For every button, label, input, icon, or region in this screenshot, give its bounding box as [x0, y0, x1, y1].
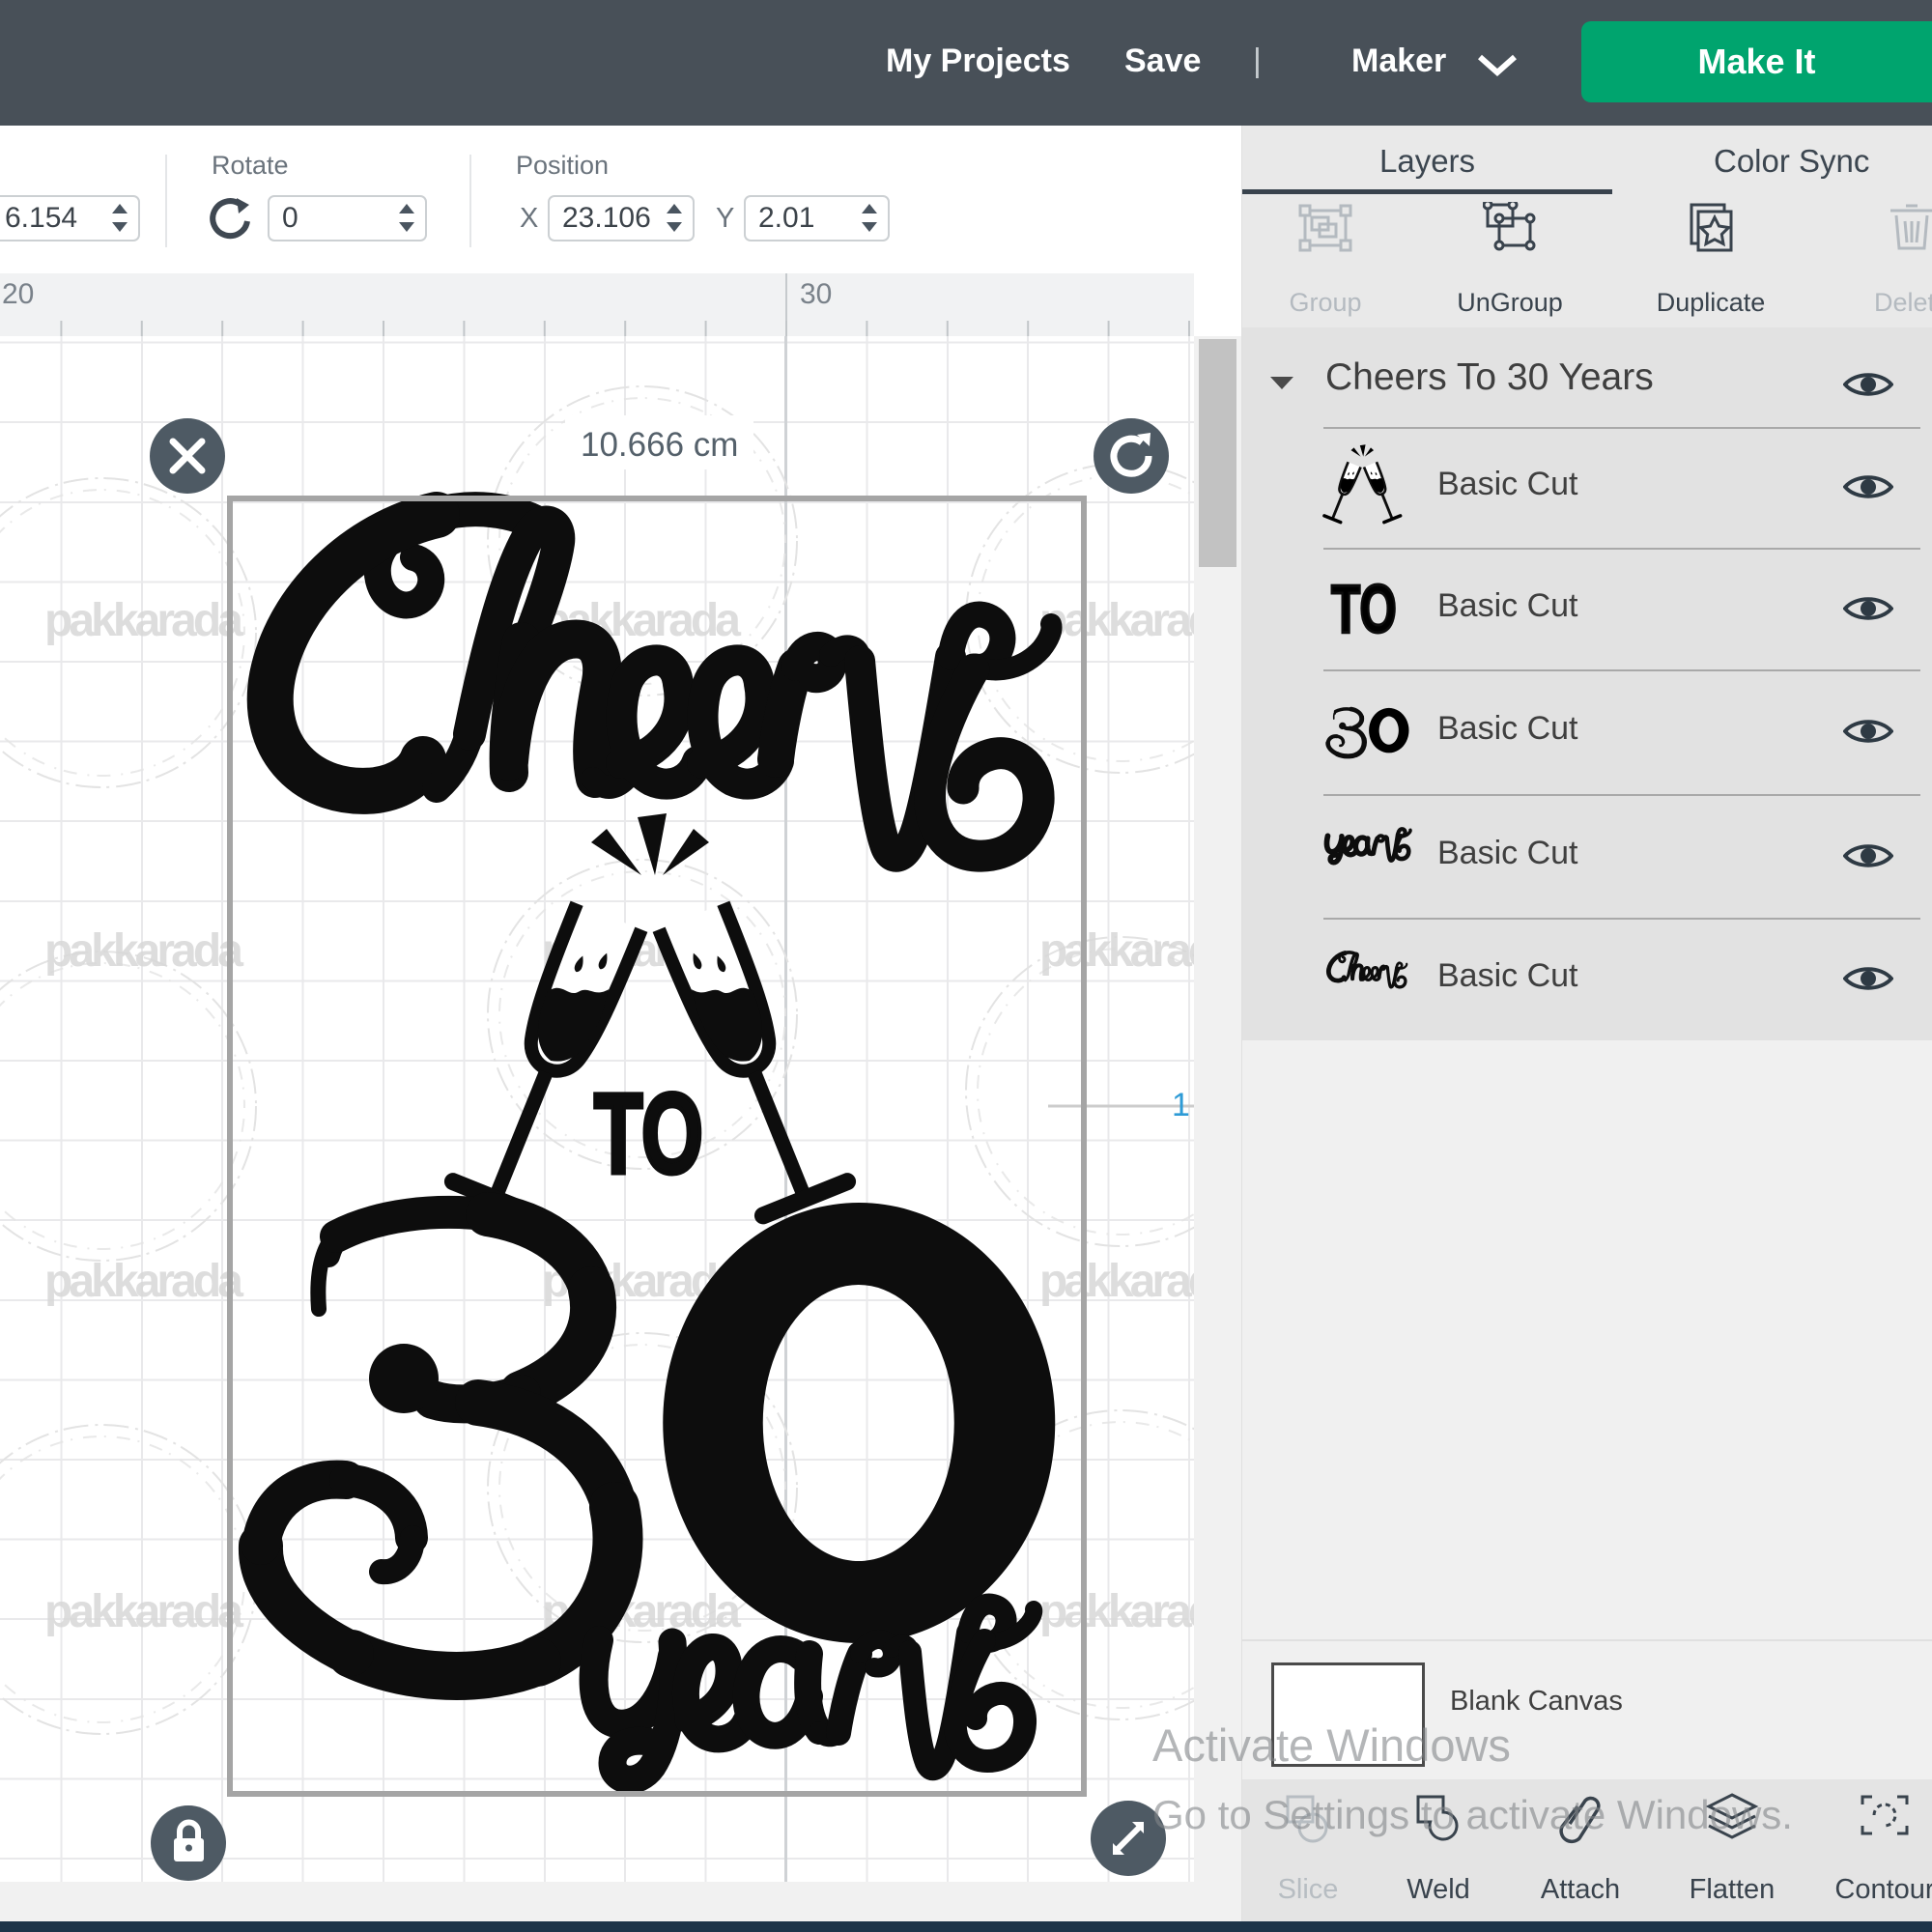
- svg-text:1: 1: [1172, 1087, 1190, 1123]
- svg-text:pakkarada: pakkarada: [44, 1256, 243, 1307]
- svg-text:pakkarada: pakkarada: [1039, 1586, 1194, 1637]
- svg-text:pakkarada: pakkarada: [44, 1586, 243, 1637]
- svg-text:pakkarada: pakkarada: [44, 925, 243, 977]
- svg-text:TO: TO: [594, 1070, 703, 1198]
- svg-text:pakkarada: pakkarada: [1039, 1256, 1194, 1307]
- svg-text:pakkarada: pakkarada: [44, 595, 243, 646]
- svg-text:10.666 cm: 10.666 cm: [581, 426, 738, 464]
- svg-text:pakkarada: pakkarada: [1039, 925, 1194, 977]
- svg-text:pakkarada: pakkarada: [1039, 595, 1194, 646]
